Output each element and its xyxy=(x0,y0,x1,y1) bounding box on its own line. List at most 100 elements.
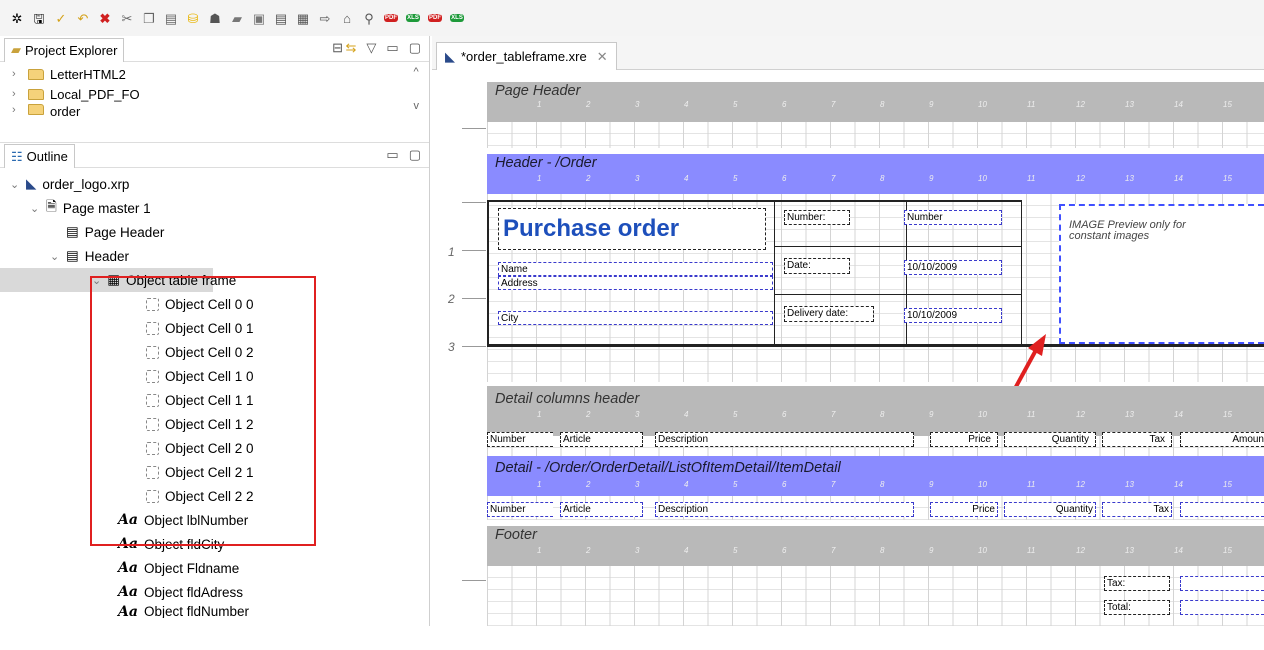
footer-tax-label[interactable]: Tax: xyxy=(1104,576,1170,591)
column-description[interactable]: Description xyxy=(655,432,914,447)
ruler-number: 6 xyxy=(782,546,787,555)
detail-article[interactable]: Article xyxy=(560,502,643,517)
delete-icon[interactable]: ✖ xyxy=(96,9,114,27)
collapse-all-icon[interactable]: ⊟ xyxy=(332,40,343,56)
pdf-icon[interactable]: PDF xyxy=(426,9,444,27)
ruler: 1 2 3 4 5 6 7 8 9 10 11 12 13 14 15 xyxy=(487,546,1264,558)
tree-item-order[interactable]: › order xyxy=(0,104,429,116)
close-icon[interactable]: ✕ xyxy=(597,49,608,65)
city-field[interactable]: City xyxy=(498,311,773,325)
tree-item-page-master[interactable]: ⌄ 🗎 Page master 1 xyxy=(0,196,429,220)
purchase-order-label[interactable]: Purchase order xyxy=(498,208,766,250)
save-icon[interactable]: 🖫 xyxy=(30,9,48,27)
chevron-down-icon[interactable]: ⌄ xyxy=(30,202,40,215)
delivery-date-label[interactable]: Delivery date: xyxy=(784,306,874,322)
copy-icon[interactable]: ❐ xyxy=(140,9,158,27)
tree-item-object[interactable]: Aa Object fldNumber xyxy=(0,604,429,618)
chevron-right-icon[interactable]: › xyxy=(12,104,22,116)
paste-icon[interactable]: ▤ xyxy=(162,9,180,27)
address-field[interactable]: Address xyxy=(498,276,773,290)
ruler-number: 4 xyxy=(684,480,689,489)
tab-order-tableframe[interactable]: ◣ *order_tableframe.xre ✕ xyxy=(436,42,617,70)
column-tax[interactable]: Tax xyxy=(1102,432,1172,447)
maximize-icon[interactable]: ▢ xyxy=(409,40,421,56)
chevron-right-icon[interactable]: › xyxy=(12,68,22,80)
detail-description[interactable]: Description xyxy=(655,502,914,517)
ruler-number: 1 xyxy=(537,546,542,555)
column-price[interactable]: Price xyxy=(930,432,998,447)
picture-folder-icon[interactable]: ▣ xyxy=(250,9,268,27)
ruler-number: 7 xyxy=(831,410,836,419)
band-footer[interactable]: Footer 1 2 3 4 5 6 7 8 9 10 11 12 13 14 15 xyxy=(487,526,1264,566)
chevron-down-icon[interactable]: ⌄ xyxy=(10,178,20,191)
scroll-up-icon[interactable]: ^ xyxy=(414,66,420,78)
document-icon[interactable]: ▤ xyxy=(272,9,290,27)
preview-icon[interactable]: ⚲ xyxy=(360,9,378,27)
tree-item-local-pdf-fo[interactable]: › Local_PDF_FO xyxy=(0,84,429,104)
database-icon[interactable]: ⛁ xyxy=(184,9,202,27)
report-canvas[interactable]: Page Header 1 2 3 4 5 6 7 8 9 10 11 12 13 14 15 Header… xyxy=(432,70,1264,626)
maximize-icon[interactable]: ▢ xyxy=(409,147,421,163)
ruler-tick xyxy=(462,346,486,347)
publish-icon[interactable]: ⌂ xyxy=(338,9,356,27)
image-preview-frame[interactable]: IMAGE Preview only for constant images xyxy=(1059,204,1264,344)
view-menu-icon[interactable]: ▽ xyxy=(366,40,376,56)
band-page-header[interactable]: Page Header 1 2 3 4 5 6 7 8 9 10 11 12 13 14 15 xyxy=(487,82,1264,122)
name-field[interactable]: Name xyxy=(498,262,773,276)
tree-item-header[interactable]: ⌄ ▤ Header xyxy=(0,244,429,268)
detail-number[interactable]: Number xyxy=(487,502,553,517)
ruler-number: 12 xyxy=(1076,480,1085,489)
number-label[interactable]: Number: xyxy=(784,210,850,225)
tree-item-letterhtml2[interactable]: › LetterHTML2 xyxy=(0,64,429,84)
export-icon[interactable]: ⇨ xyxy=(316,9,334,27)
link-editor-icon[interactable]: ⇆ xyxy=(346,40,357,56)
column-number[interactable]: Number xyxy=(487,432,553,447)
number-field[interactable]: Number xyxy=(904,210,1002,225)
tree-item-object[interactable]: Aa Object Fldname xyxy=(0,556,429,580)
table-frame-border xyxy=(774,246,1022,247)
xls-icon[interactable]: XLS xyxy=(404,9,422,27)
date-label[interactable]: Date: xyxy=(784,258,850,274)
ruler: 1 2 3 4 5 6 7 8 9 10 11 12 13 14 15 xyxy=(487,480,1264,492)
chevron-right-icon[interactable]: › xyxy=(12,88,22,100)
detail-amount[interactable] xyxy=(1180,502,1264,517)
pdf-icon[interactable]: PDF xyxy=(382,9,400,27)
detail-quantity[interactable]: Quantity xyxy=(1004,502,1096,517)
check-icon[interactable]: ✓ xyxy=(52,9,70,27)
xls-icon[interactable]: XLS xyxy=(448,9,466,27)
ruler-number: 12 xyxy=(1076,100,1085,109)
detail-price[interactable]: Price xyxy=(930,502,998,517)
footer-total-label[interactable]: Total: xyxy=(1104,600,1170,615)
open-folder-icon[interactable]: ▰ xyxy=(228,9,246,27)
tree-item-page-header[interactable]: ▤ Page Header xyxy=(0,220,429,244)
tab-project-explorer[interactable]: ▰ Project Explorer xyxy=(4,37,125,62)
column-amount[interactable]: Amoun xyxy=(1180,432,1264,447)
tree-item-object[interactable]: Aa Object fldAdress xyxy=(0,580,429,604)
column-article[interactable]: Article xyxy=(560,432,643,447)
ruler-number: 15 xyxy=(1223,546,1232,555)
column-quantity[interactable]: Quantity xyxy=(1004,432,1096,447)
scroll-down-icon[interactable]: v xyxy=(414,100,420,112)
band-detail[interactable]: Detail - /Order/OrderDetail/ListOfItemDe… xyxy=(487,456,1264,496)
detail-tax[interactable]: Tax xyxy=(1102,502,1172,517)
new-icon[interactable]: ✲ xyxy=(8,9,26,27)
cut-icon[interactable]: ✂ xyxy=(118,9,136,27)
footer-total-field[interactable] xyxy=(1180,600,1264,615)
layout-icon[interactable]: ▦ xyxy=(294,9,312,27)
people-icon[interactable]: ☗ xyxy=(206,9,224,27)
delivery-date-field[interactable]: 10/10/2009 xyxy=(904,308,1002,323)
undo-icon[interactable]: ↶ xyxy=(74,9,92,27)
band-header[interactable]: Header - /Order 1 2 3 4 5 6 7 8 9 10 11 12 13 14 15 xyxy=(487,154,1264,194)
ruler-number: 4 xyxy=(684,100,689,109)
project-explorer-scrollbar[interactable]: ^ v xyxy=(414,66,420,112)
footer-tax-field[interactable] xyxy=(1180,576,1264,591)
tree-item-root[interactable]: ⌄ ◣ order_logo.xrp xyxy=(0,172,429,196)
date-field[interactable]: 10/10/2009 xyxy=(904,260,1002,275)
band-detail-columns-header[interactable]: Detail columns header 1 2 3 4 5 6 7 8 9 10 11 12 13 1… xyxy=(487,386,1264,436)
minimize-icon[interactable]: ▭ xyxy=(386,147,398,163)
ruler-number: 11 xyxy=(1027,174,1036,183)
tab-outline[interactable]: ☷ Outline xyxy=(4,144,75,168)
minimize-icon[interactable]: ▭ xyxy=(386,40,398,56)
chevron-down-icon[interactable]: ⌄ xyxy=(50,250,60,263)
ruler-number: 3 xyxy=(635,480,640,489)
